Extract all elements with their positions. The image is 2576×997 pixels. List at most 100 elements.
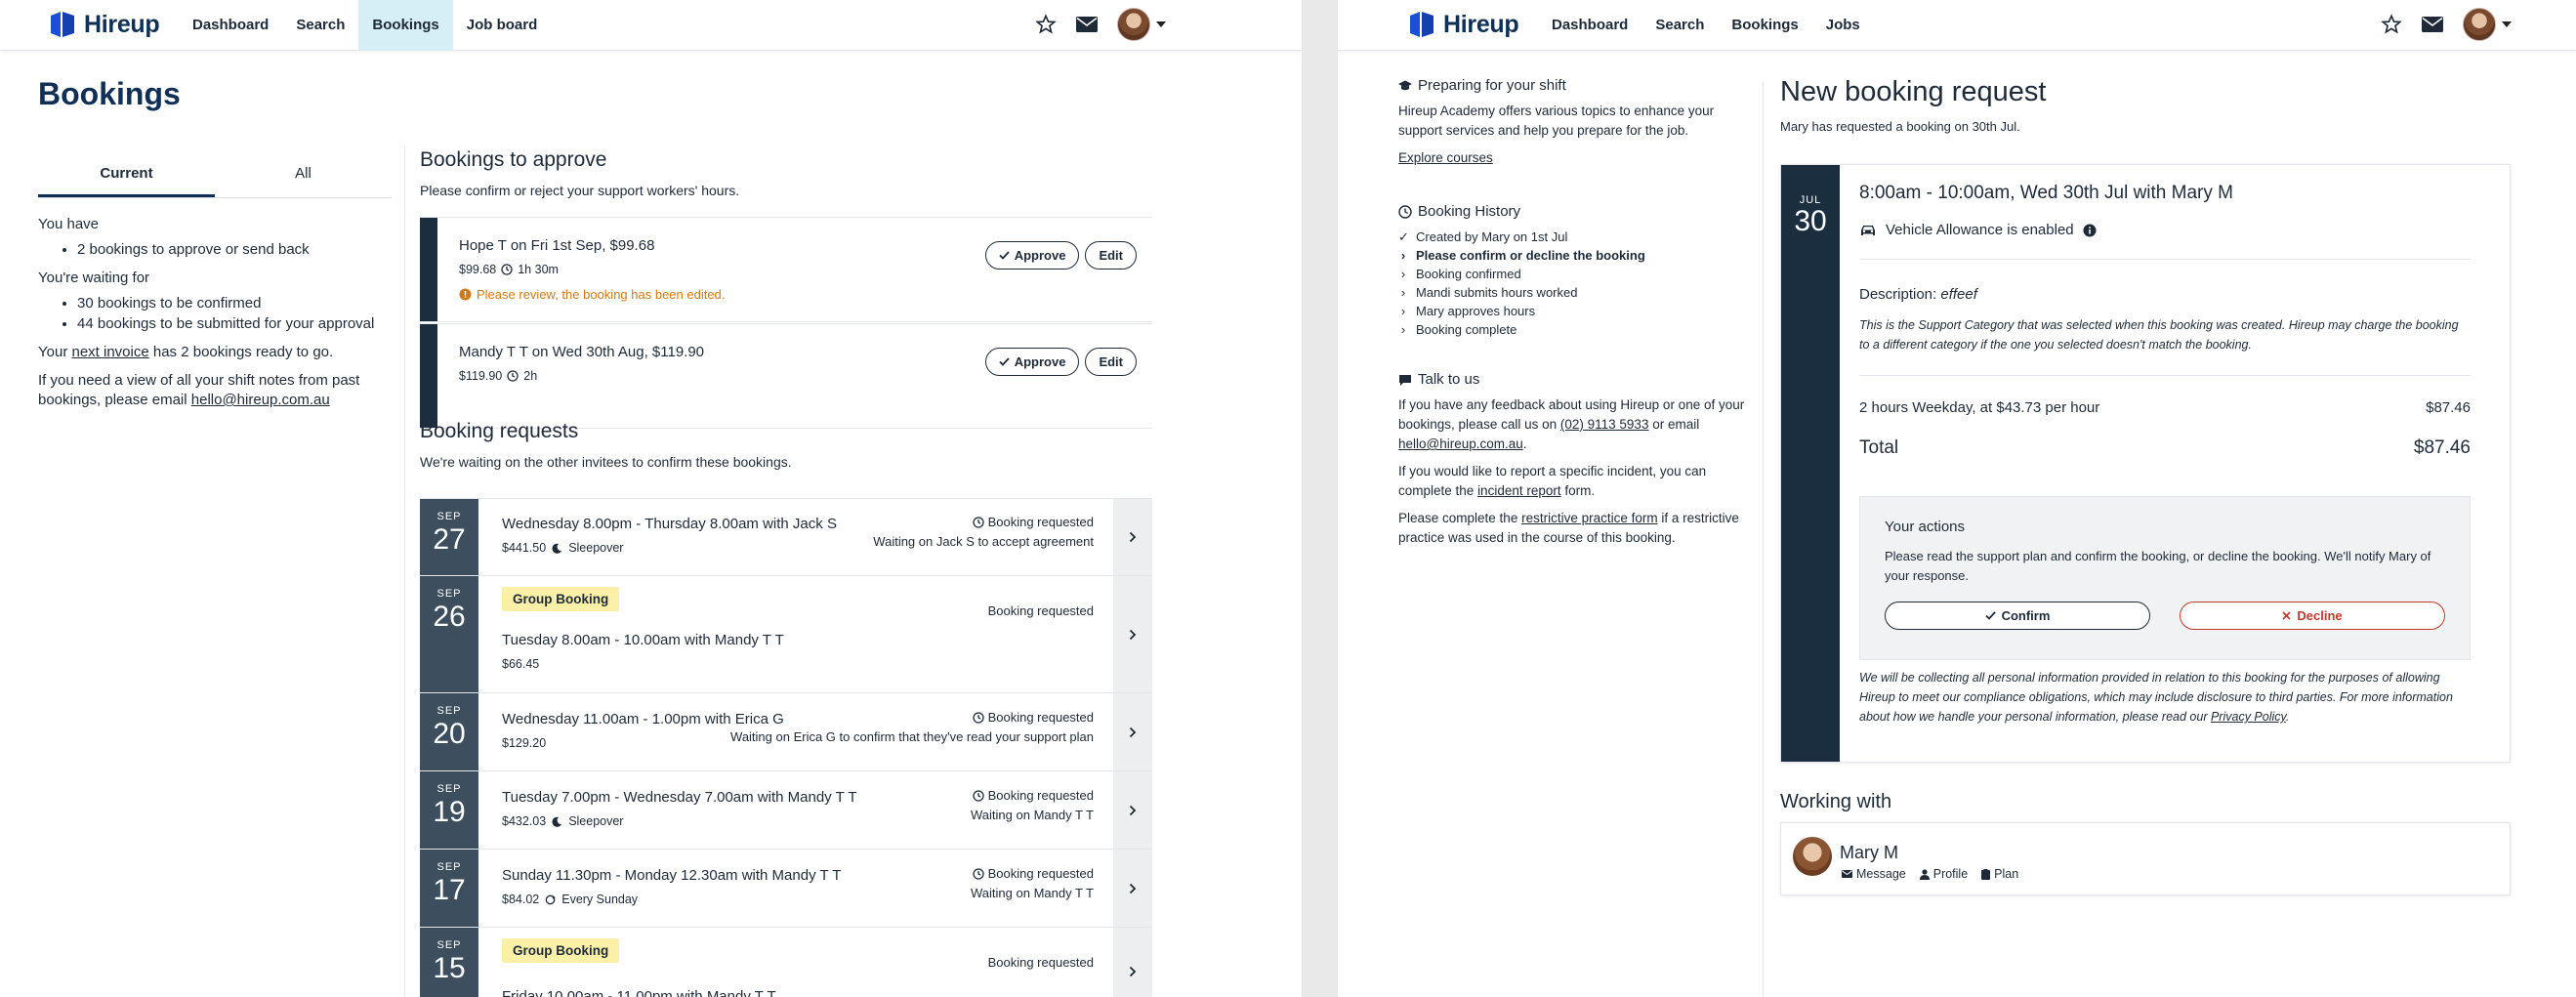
plan-link[interactable]: Plan xyxy=(1981,867,2018,881)
explore-courses-link[interactable]: Explore courses xyxy=(1398,150,1493,165)
mail-icon[interactable] xyxy=(2422,17,2443,32)
talk-to-us-section: Talk to us If you have any feedback abou… xyxy=(1398,370,1760,556)
history-item: › Please confirm or decline the booking xyxy=(1398,246,1760,265)
email-link[interactable]: hello@hireup.com.au xyxy=(1398,436,1523,451)
approve-item-title: Hope T on Fri 1st Sep, $99.68 xyxy=(459,237,655,254)
request-title: Sunday 11.30pm - Monday 12.30am with Man… xyxy=(502,867,842,884)
working-with-card: Mary M Message Profile Plan xyxy=(1780,822,2511,895)
tab-all[interactable]: All xyxy=(215,159,392,197)
brand-name: Hireup xyxy=(1443,10,1519,38)
approve-item: Mandy T T on Wed 30th Aug, $119.90 $119.… xyxy=(420,323,1152,429)
decline-button[interactable]: Decline xyxy=(2180,602,2445,630)
close-icon xyxy=(2282,611,2291,620)
hireup-logo[interactable]: Hireup xyxy=(49,10,160,39)
confirm-button[interactable]: Confirm xyxy=(1885,602,2150,630)
nav-job-board[interactable]: Job board xyxy=(453,0,552,51)
nav-bookings[interactable]: Bookings xyxy=(358,0,453,51)
chat-icon xyxy=(1399,374,1411,386)
booking-request-row[interactable]: SEP 19 Tuesday 7.00pm - Wednesday 7.00am … xyxy=(420,770,1152,849)
chevron-right-icon[interactable] xyxy=(1113,499,1152,575)
clock-icon xyxy=(1398,205,1412,219)
date-day: 17 xyxy=(433,874,466,906)
summary-you-have: You have xyxy=(38,216,100,232)
nav-search[interactable]: Search xyxy=(282,0,358,51)
edit-button[interactable]: Edit xyxy=(1085,241,1137,270)
booking-heading: 8:00am - 10:00am, Wed 30th Jul with Mary… xyxy=(1859,183,2233,203)
booking-request-row[interactable]: SEP 15 Group Booking Friday 10.00am - 11.… xyxy=(420,927,1152,997)
approve-item-price: $119.90 xyxy=(459,369,503,383)
talk-incident: If you would like to report a specific i… xyxy=(1398,462,1760,501)
brand-name: Hireup xyxy=(84,10,160,38)
approve-button-label: Approve xyxy=(1014,354,1066,369)
chevron-down-icon xyxy=(1156,21,1166,27)
account-menu[interactable] xyxy=(1117,8,1166,41)
graduation-cap-icon xyxy=(1398,80,1412,91)
nav-dashboard[interactable]: Dashboard xyxy=(1538,0,1641,51)
requests-section-title: Booking requests xyxy=(420,420,579,442)
booking-request-row[interactable]: SEP 27 Wednesday 8.00pm - Thursday 8.00am… xyxy=(420,498,1152,575)
privacy-policy-link[interactable]: Privacy Policy xyxy=(2211,710,2286,724)
chevron-right-icon[interactable] xyxy=(1113,928,1152,997)
star-icon[interactable] xyxy=(2381,14,2402,35)
mail-icon[interactable] xyxy=(1076,17,1098,32)
request-status: Booking requested xyxy=(988,953,1094,973)
date-day: 15 xyxy=(433,952,466,984)
worker-name[interactable]: Mary M xyxy=(1840,843,1898,863)
incident-report-link[interactable]: incident report xyxy=(1477,483,1561,498)
your-actions-box: Your actions Please read the support pla… xyxy=(1859,496,2471,660)
chevron-right-icon[interactable] xyxy=(1113,771,1152,849)
top-navbar: Hireup Dashboard Search Bookings Jobs xyxy=(1338,0,2576,51)
chevron-right-icon[interactable] xyxy=(1113,576,1152,692)
booking-request-row[interactable]: SEP 17 Sunday 11.30pm - Monday 12.30am wi… xyxy=(420,849,1152,927)
nav-dashboard[interactable]: Dashboard xyxy=(179,0,282,51)
chevron-right-icon[interactable] xyxy=(1113,693,1152,770)
date-month: SEP xyxy=(436,939,462,951)
action-buttons: Confirm Decline xyxy=(1885,602,2445,630)
edit-button[interactable]: Edit xyxy=(1085,348,1137,376)
booking-request-row[interactable]: SEP 26 Group Booking Tuesday 8.00am - 10.… xyxy=(420,575,1152,692)
divider xyxy=(1859,375,2471,376)
nav-search[interactable]: Search xyxy=(1641,0,1718,51)
request-status-line: Booking requested xyxy=(873,513,1094,532)
request-status-text: Booking requested xyxy=(987,955,1094,970)
approve-button[interactable]: Approve xyxy=(984,348,1080,376)
booking-request-row[interactable]: SEP 20 Wednesday 11.00am - 1.00pm with Er… xyxy=(420,692,1152,770)
moon-icon xyxy=(552,543,562,554)
request-title: Wednesday 8.00pm - Thursday 8.00am with … xyxy=(502,516,837,532)
nav-jobs[interactable]: Jobs xyxy=(1812,0,1874,51)
price-line: 2 hours Weekday, at $43.73 per hour $87.… xyxy=(1859,399,2471,416)
approve-item: Hope T on Fri 1st Sep, $99.68 $99.68 1h … xyxy=(420,217,1152,322)
info-icon[interactable] xyxy=(2083,224,2097,237)
hireup-logo-icon xyxy=(51,12,74,37)
chevron-right-icon[interactable] xyxy=(1113,850,1152,927)
history-item: ✓ Created by Mary on 1st Jul xyxy=(1398,228,1760,246)
profile-link[interactable]: Profile xyxy=(1919,867,1968,881)
nav-bookings[interactable]: Bookings xyxy=(1718,0,1811,51)
phone-link[interactable]: (02) 9113 5933 xyxy=(1560,417,1649,432)
approve-button[interactable]: Approve xyxy=(984,241,1080,270)
request-waiting-text: Waiting on Erica G to confirm that they'… xyxy=(730,729,1094,744)
talk-incident-post: form. xyxy=(1564,483,1596,498)
history-item-text: Booking complete xyxy=(1416,322,1517,337)
star-icon[interactable] xyxy=(1035,14,1057,35)
hireup-logo[interactable]: Hireup xyxy=(1408,10,1519,39)
price-line-amount: $87.46 xyxy=(2426,399,2471,416)
approve-item-warning: Please review, the booking has been edit… xyxy=(459,287,725,302)
request-status: Booking requested Waiting on Mandy T T xyxy=(971,864,1094,903)
repeat-icon xyxy=(545,894,557,904)
account-menu[interactable] xyxy=(2463,8,2512,41)
bookings-screen: Hireup Dashboard Search Bookings Job boa… xyxy=(0,0,1302,997)
user-icon xyxy=(1919,868,1930,880)
history-item-mark: › xyxy=(1400,322,1406,337)
talk-feedback: If you have any feedback about using Hir… xyxy=(1398,397,1745,451)
hello-email-link[interactable]: hello@hireup.com.au xyxy=(191,392,330,408)
booking-request-screen: Hireup Dashboard Search Bookings Jobs Pr… xyxy=(1338,0,2576,997)
next-invoice-link[interactable]: next invoice xyxy=(71,344,148,360)
restrictive-practice-link[interactable]: restrictive practice form xyxy=(1521,511,1658,525)
edit-button-label: Edit xyxy=(1099,248,1123,263)
request-tag: Every Sunday xyxy=(561,893,639,906)
preparing-title-row: Preparing for your shift xyxy=(1398,76,1760,96)
history-list: ✓ Created by Mary on 1st Jul › Please conf… xyxy=(1398,228,1760,339)
message-link[interactable]: Message xyxy=(1842,867,1906,881)
tab-current[interactable]: Current xyxy=(38,159,215,197)
